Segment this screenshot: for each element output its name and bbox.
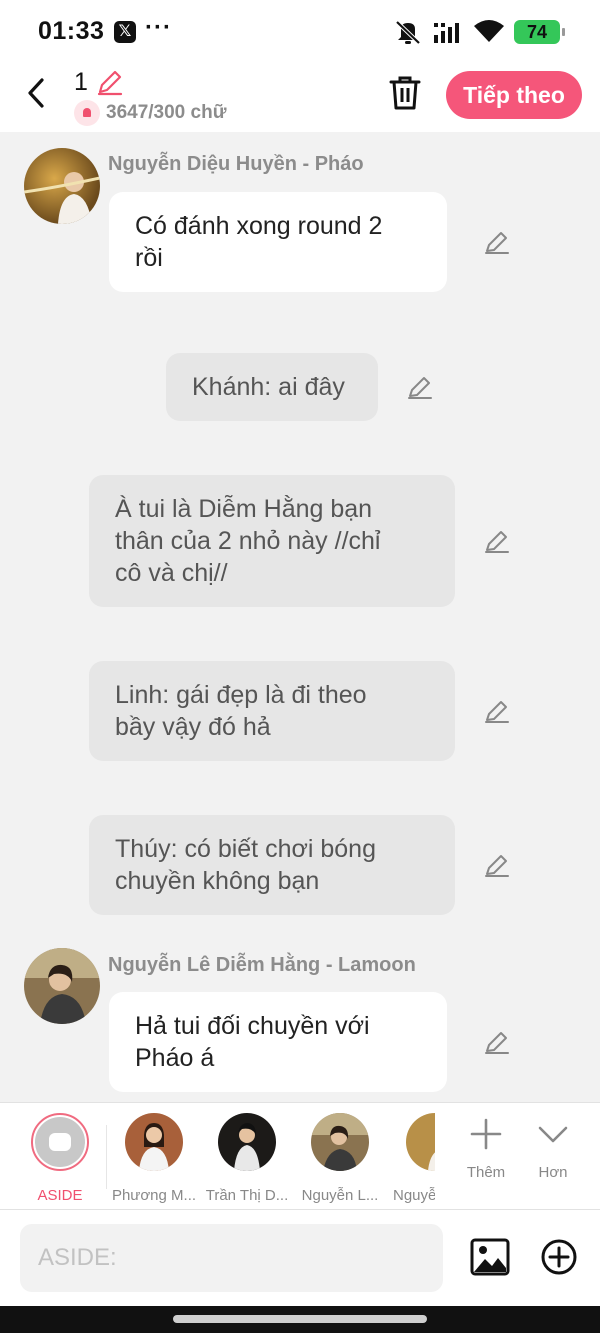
plus-circle-icon bbox=[541, 1239, 577, 1275]
insert-image-button[interactable] bbox=[470, 1238, 510, 1281]
character-label: Nguyễ bbox=[393, 1187, 435, 1204]
image-icon bbox=[470, 1238, 510, 1276]
edit-title-icon[interactable] bbox=[96, 68, 124, 101]
character-item[interactable]: Nguyễ bbox=[383, 1113, 435, 1204]
input-row bbox=[0, 1210, 600, 1306]
next-button[interactable]: Tiếp theo bbox=[446, 71, 582, 119]
avatar bbox=[311, 1113, 369, 1171]
message-bubble[interactable]: Có đánh xong round 2 rồi bbox=[109, 192, 447, 292]
plus-icon bbox=[470, 1118, 502, 1150]
character-label: Nguyễn L... bbox=[301, 1187, 379, 1204]
message-line: À tui là Diễm Hằng bạn bbox=[115, 495, 373, 523]
x-app-icon: 𝕏 bbox=[114, 21, 136, 43]
add-character-button[interactable]: Thêm bbox=[456, 1117, 516, 1181]
message-line: Thúy: có biết chơi bóng bbox=[115, 835, 376, 863]
battery-icon: 74 bbox=[514, 20, 565, 44]
edit-message-icon[interactable] bbox=[407, 374, 433, 400]
chevron-left-icon bbox=[28, 78, 44, 108]
aside-icon bbox=[31, 1113, 89, 1171]
edit-message-icon[interactable] bbox=[484, 528, 510, 554]
message-line: chuyền không bạn bbox=[115, 867, 320, 895]
message-input[interactable] bbox=[20, 1224, 443, 1292]
character-aside[interactable]: ASIDE bbox=[13, 1113, 107, 1204]
message-line: rồi bbox=[135, 244, 163, 272]
message-line: Linh: gái đẹp là đi theo bbox=[115, 681, 367, 709]
sender-name: Nguyễn Diệu Huyền - Pháo bbox=[108, 153, 364, 175]
edit-message-icon[interactable] bbox=[484, 698, 510, 724]
character-bar: ASIDE Phương M... Trần Thị D... Nguyễn L… bbox=[0, 1102, 600, 1210]
bell-icon bbox=[74, 100, 100, 126]
message-line: Khánh: ai đây bbox=[192, 373, 345, 401]
back-button[interactable] bbox=[22, 76, 52, 110]
avatar bbox=[218, 1113, 276, 1171]
trash-icon bbox=[389, 76, 421, 110]
character-label: ASIDE bbox=[37, 1187, 83, 1204]
character-item[interactable]: Phương M... bbox=[107, 1113, 201, 1204]
status-bar: 01:33 𝕏 ··· 74 bbox=[0, 0, 600, 62]
message-line: cô và chị// bbox=[115, 559, 228, 587]
edit-message-icon[interactable] bbox=[484, 1029, 510, 1055]
status-time: 01:33 bbox=[38, 17, 105, 45]
home-indicator[interactable] bbox=[173, 1315, 427, 1323]
edit-message-icon[interactable] bbox=[484, 229, 510, 255]
character-item[interactable]: Nguyễn L... bbox=[293, 1113, 387, 1204]
word-count: 3647/300 chữ bbox=[74, 100, 226, 126]
avatar bbox=[125, 1113, 183, 1171]
narration-bubble[interactable]: Linh: gái đẹp là đi theo bầy vậy đó hả bbox=[89, 661, 455, 761]
chevron-down-icon bbox=[538, 1126, 568, 1143]
character-label: Trần Thị D... bbox=[205, 1187, 289, 1204]
chat-area[interactable]: Nguyễn Diệu Huyền - Pháo Có đánh xong ro… bbox=[0, 132, 600, 1102]
narration-bubble[interactable]: Khánh: ai đây bbox=[166, 353, 378, 421]
character-item[interactable]: Trần Thị D... bbox=[200, 1113, 294, 1204]
signal-icon bbox=[434, 21, 464, 43]
message-bubble[interactable]: Hả tui đối chuyền với Pháo á bbox=[109, 992, 447, 1092]
avatar[interactable] bbox=[24, 948, 100, 1024]
chapter-title[interactable]: 1 bbox=[74, 68, 88, 97]
top-header: 1 3647/300 chữ Tiếp theo bbox=[0, 62, 600, 132]
more-label: Hơn bbox=[538, 1164, 568, 1181]
add-label: Thêm bbox=[466, 1164, 506, 1181]
message-line: bầy vậy đó hả bbox=[115, 713, 271, 741]
message-line: Pháo á bbox=[135, 1044, 215, 1072]
sender-name: Nguyễn Lê Diễm Hằng - Lamoon bbox=[108, 954, 416, 976]
avatar[interactable] bbox=[24, 148, 100, 224]
delete-button[interactable] bbox=[388, 74, 422, 117]
narration-bubble[interactable]: Thúy: có biết chơi bóng chuyền không bạn bbox=[89, 815, 455, 915]
message-line: thân của 2 nhỏ này //chỉ bbox=[115, 527, 381, 555]
avatar bbox=[406, 1113, 435, 1171]
character-label: Phương M... bbox=[111, 1187, 197, 1204]
edit-message-icon[interactable] bbox=[484, 852, 510, 878]
mute-icon bbox=[392, 19, 424, 45]
more-button[interactable]: Hơn bbox=[523, 1117, 583, 1181]
more-notifications-icon: ··· bbox=[145, 14, 172, 41]
narration-bubble[interactable]: À tui là Diễm Hằng bạn thân của 2 nhỏ nà… bbox=[89, 475, 455, 607]
wifi-icon bbox=[474, 20, 504, 44]
navigation-bar bbox=[0, 1306, 600, 1333]
word-count-text: 3647/300 chữ bbox=[106, 102, 227, 123]
message-line: Hả tui đối chuyền với bbox=[135, 1012, 370, 1040]
add-content-button[interactable] bbox=[541, 1239, 577, 1280]
message-line: Có đánh xong round 2 bbox=[135, 212, 383, 240]
